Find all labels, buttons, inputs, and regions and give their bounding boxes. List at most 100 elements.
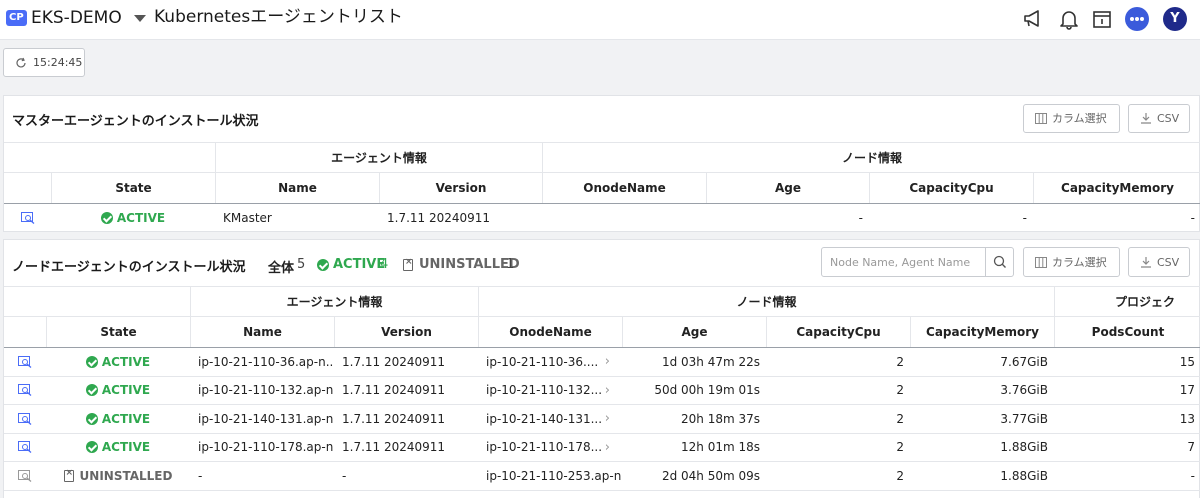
col-version[interactable]: Version [379,173,542,203]
col-onodename[interactable]: OnodeName [478,317,622,347]
master-panel-title: マスターエージェントのインストール状況 [12,114,259,129]
chevron-right-icon[interactable]: › [605,440,610,455]
table-row[interactable]: ACTIVE ip-10-21-140-131.ap-n... 1.7.11 202… [4,405,1200,434]
node-agent-panel: ノードエージェントのインストール状況 全体 5 ACTIVE 4 UNINSTA… [3,239,1200,498]
capacity-cpu: 2 [896,411,904,426]
group-project-info: プロジェク [1054,287,1200,316]
refresh-time-label: 15:24:45 [33,56,83,69]
inspect-icon[interactable] [4,377,46,405]
download-icon [1141,113,1151,124]
uninstalled-icon [403,257,413,271]
col-podscount[interactable]: PodsCount [1054,317,1200,347]
capacity-memory: 3.77GiB [1000,411,1048,426]
chevron-right-icon[interactable]: › [605,354,610,369]
table-row[interactable]: UNINSTALLED--ip-10-21-110-253.ap-n...2d … [4,462,1200,491]
capacity-cpu: 2 [896,354,904,369]
columns-icon [1035,257,1047,268]
search-input[interactable] [822,248,987,276]
capacity-cpu: 2 [896,440,904,455]
onode-name[interactable]: ip-10-21-110-132... › [478,377,622,405]
project-selector[interactable]: EKS-DEMO [31,8,122,28]
state-badge: ACTIVE [46,434,190,462]
pods-count: 17 [1179,383,1195,398]
node-panel-title: ノードエージェントのインストール状況 [12,260,246,275]
agent-version: 1.7.11 20240911 [342,383,446,398]
group-agent-info: エージェント情報 [215,143,542,172]
inspect-icon[interactable] [4,204,51,232]
megaphone-icon[interactable] [1022,8,1044,30]
capacity-memory: 3.76GiB [1000,383,1048,398]
col-name[interactable]: Name [190,317,334,347]
agent-name: ip-10-21-110-36.ap-n... [198,354,334,369]
agent-version: 1.7.11 20240911 [387,211,491,225]
bell-icon[interactable] [1058,8,1080,30]
age: 1d 03h 47m 22s [661,354,760,369]
inspect-icon[interactable] [4,348,46,376]
avatar[interactable]: Y [1163,7,1187,31]
column-select-button[interactable]: カラム選択 [1023,247,1120,277]
check-circle-icon [100,212,113,224]
refresh-time-button[interactable]: 15:24:45 [3,48,85,77]
col-age[interactable]: Age [706,173,869,203]
search-button[interactable] [985,248,1013,276]
col-capacitymemory[interactable]: CapacityMemory [910,317,1054,347]
agent-version: 1.7.11 20240911 [342,440,446,455]
table-row[interactable]: ACTIVE ip-10-21-110-178.ap-n... 1.7.11 202… [4,434,1200,462]
table-row[interactable]: ACTIVE ip-10-21-110-36.ap-n... 1.7.11 2024… [4,348,1200,377]
state-badge: ACTIVE [46,377,190,405]
search-icon [993,255,1006,268]
age: 2d 04h 50m 09s [661,468,760,483]
onode-name[interactable]: ip-10-21-110-178... › [478,434,622,462]
col-capacitymemory[interactable]: CapacityMemory [1033,173,1200,203]
col-name[interactable]: Name [215,173,379,203]
csv-button[interactable]: CSV [1128,247,1190,277]
chat-icon[interactable] [1125,7,1149,31]
onode-name[interactable]: ip-10-21-140-131... › [478,405,622,433]
onode-name[interactable]: ip-10-21-110-36.... › [478,348,622,376]
master-group-header: エージェント情報 ノード情報 [4,142,1200,173]
chevron-right-icon[interactable]: › [605,383,610,398]
columns-icon [1035,113,1047,124]
capacity-cpu: 2 [896,468,904,483]
column-select-button[interactable]: カラム選択 [1023,104,1120,133]
state-badge: UNINSTALLED [46,462,190,490]
col-version[interactable]: Version [334,317,478,347]
col-age[interactable]: Age [622,317,766,347]
check-circle-icon [85,441,98,454]
capacity-memory: 1.88GiB [1000,440,1048,455]
pods-count: 7 [1187,440,1195,455]
active-filter[interactable]: ACTIVE [317,257,385,272]
inspect-icon[interactable] [4,405,46,433]
age: - [858,211,863,225]
csv-button[interactable]: CSV [1128,104,1190,133]
total-label: 全体 [268,261,295,276]
column-select-label: カラム選択 [1052,256,1107,269]
uninstalled-filter[interactable]: UNINSTALLED [403,257,520,272]
age: 20h 18m 37s [681,411,760,426]
table-row[interactable]: ACTIVE ip-10-21-110-132.ap-n... 1.7.11 202… [4,377,1200,405]
inspect-icon[interactable] [4,434,46,462]
capacity-memory: 1.88GiB [1000,468,1048,483]
capacity-cpu: 2 [896,383,904,398]
col-capacitycpu[interactable]: CapacityCpu [766,317,910,347]
active-count: 4 [380,257,389,272]
col-state[interactable]: State [51,173,215,203]
inspect-icon[interactable] [4,462,46,490]
col-capacitycpu[interactable]: CapacityCpu [869,173,1033,203]
check-circle-icon [85,412,98,425]
uninstalled-count: 1 [506,257,515,272]
chevron-down-icon[interactable] [134,15,146,22]
master-agent-panel: マスターエージェントのインストール状況 カラム選択 CSV エージェント情報 ノ… [3,95,1200,232]
col-onodename[interactable]: OnodeName [542,173,706,203]
chevron-right-icon[interactable]: › [605,411,610,426]
state-badge: ACTIVE [46,348,190,376]
table-row[interactable]: ACTIVE KMaster 1.7.11 20240911 - - - [4,204,1200,232]
agent-version: - [342,468,347,483]
top-bar: CP EKS-DEMO Kubernetesエージェントリスト Y [0,0,1200,40]
calendar-icon[interactable] [1091,8,1113,30]
search-box [821,247,1014,277]
master-column-header: State Name Version OnodeName Age Capacit… [4,173,1200,204]
age: 12h 01m 18s [681,440,760,455]
col-state[interactable]: State [46,317,190,347]
column-select-label: カラム選択 [1052,112,1107,125]
